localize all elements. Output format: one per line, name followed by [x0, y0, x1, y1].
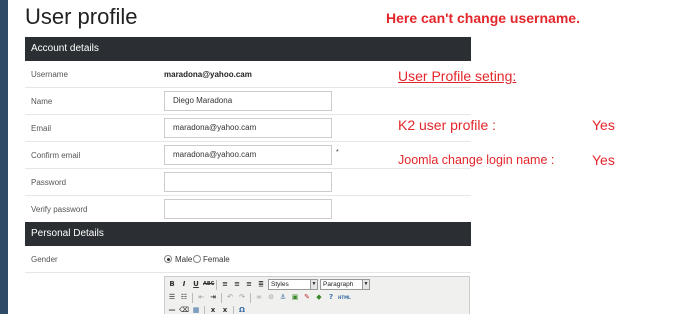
editor-toolbar-row-1: B I U ABC ≡ ≡ ≡ ≣ Styles ▼ Paragraph ▼ [167, 278, 370, 291]
strikethrough-icon[interactable]: ABC [203, 279, 214, 290]
toolbar-divider [192, 292, 193, 303]
annotation-k2-value: Yes [592, 117, 615, 133]
gender-female-radio[interactable] [193, 255, 201, 263]
annotation-setting: User Profile seting: [398, 68, 517, 84]
name-input[interactable]: Diego Maradona [164, 91, 332, 111]
gender-male-radio[interactable] [164, 255, 172, 263]
numbered-list-icon[interactable]: ☷ [179, 292, 189, 303]
gender-female-label: Female [203, 255, 230, 264]
toolbar-divider [250, 292, 251, 303]
subscript-icon[interactable]: x [208, 305, 218, 314]
password-input[interactable] [164, 172, 332, 192]
annotation-title: Here can't change username. [386, 10, 580, 26]
editor-toolbar-row-3: — ⌫ ▦ x x Ω [167, 304, 247, 314]
format-select[interactable]: Paragraph ▼ [320, 279, 370, 290]
personal-details-header: Personal Details [25, 222, 471, 246]
indent-icon[interactable]: ⇥ [208, 292, 218, 303]
remove-format-icon[interactable]: ⌫ [179, 305, 189, 314]
password-label: Password [31, 178, 67, 187]
bold-icon[interactable]: B [167, 279, 177, 290]
align-justify-icon[interactable]: ≣ [256, 279, 266, 290]
table-icon[interactable]: ▦ [191, 305, 201, 314]
align-center-icon[interactable]: ≡ [232, 279, 242, 290]
annotation-k2-label: K2 user profile : [398, 117, 497, 133]
verify-password-label: Verify password [31, 205, 88, 214]
underline-icon[interactable]: U [191, 279, 201, 290]
annotation-joomla-value: Yes [592, 152, 615, 168]
special-char-icon[interactable]: Ω [237, 305, 247, 314]
redo-icon[interactable]: ↷ [237, 292, 247, 303]
editor-toolbar-row-2: ☰ ☷ ⇤ ⇥ ↶ ↷ ∞ ⊘ ⚓ ▣ ✎ ◆ ? HTML [167, 291, 351, 304]
required-mark: * [336, 149, 339, 156]
account-details-header: Account details [25, 37, 471, 61]
chevron-down-icon: ▼ [310, 280, 317, 289]
rich-text-editor: B I U ABC ≡ ≡ ≡ ≣ Styles ▼ Paragraph ▼ ☰ ☷… [164, 276, 470, 314]
name-label: Name [31, 97, 53, 106]
verify-password-input[interactable] [164, 199, 332, 219]
confirm-email-label: Confirm email [31, 151, 81, 160]
verify-password-row: Verify password [25, 196, 471, 223]
confirm-email-input[interactable]: maradona@yahoo.cam [164, 145, 332, 165]
gender-row: Gender Male Female [25, 246, 471, 273]
password-row: Password [25, 169, 471, 196]
undo-icon[interactable]: ↶ [225, 292, 235, 303]
image-icon[interactable]: ▣ [290, 292, 300, 303]
superscript-icon[interactable]: x [220, 305, 230, 314]
format-select-value: Paragraph [323, 281, 354, 288]
horizontal-rule-icon[interactable]: — [167, 305, 177, 314]
align-left-icon[interactable]: ≡ [220, 279, 230, 290]
email-input[interactable]: maradona@yahoo.cam [164, 118, 332, 138]
styles-select-value: Styles [271, 281, 289, 288]
email-label: Email [31, 124, 52, 133]
styles-select[interactable]: Styles ▼ [268, 279, 318, 290]
annotation-joomla-label: Joomla change login name : [398, 153, 555, 167]
toolbar-divider [233, 305, 234, 314]
chevron-down-icon: ▼ [362, 280, 369, 289]
help-icon[interactable]: ? [326, 292, 336, 303]
cleanup-icon[interactable]: ✎ [302, 292, 312, 303]
toolbar-divider [216, 279, 217, 290]
bullet-list-icon[interactable]: ☰ [167, 292, 177, 303]
link-icon[interactable]: ∞ [254, 292, 264, 303]
italic-icon[interactable]: I [179, 279, 189, 290]
html-icon[interactable]: HTML [338, 292, 351, 303]
anchor-icon[interactable]: ⚓ [278, 292, 288, 303]
eraser-icon[interactable]: ◆ [314, 292, 324, 303]
toolbar-divider [204, 305, 205, 314]
gender-male-label: Male [175, 255, 193, 264]
outdent-icon[interactable]: ⇤ [196, 292, 206, 303]
unlink-icon[interactable]: ⊘ [266, 292, 276, 303]
page-title: User profile [25, 4, 138, 29]
toolbar-divider [221, 292, 222, 303]
gender-label: Gender [31, 255, 58, 264]
username-label: Username [31, 70, 68, 79]
align-right-icon[interactable]: ≡ [244, 279, 254, 290]
left-sidebar-strip [0, 0, 8, 314]
name-row: Name Diego Maradona [25, 88, 471, 115]
username-value: maradona@yahoo.cam [164, 70, 252, 79]
